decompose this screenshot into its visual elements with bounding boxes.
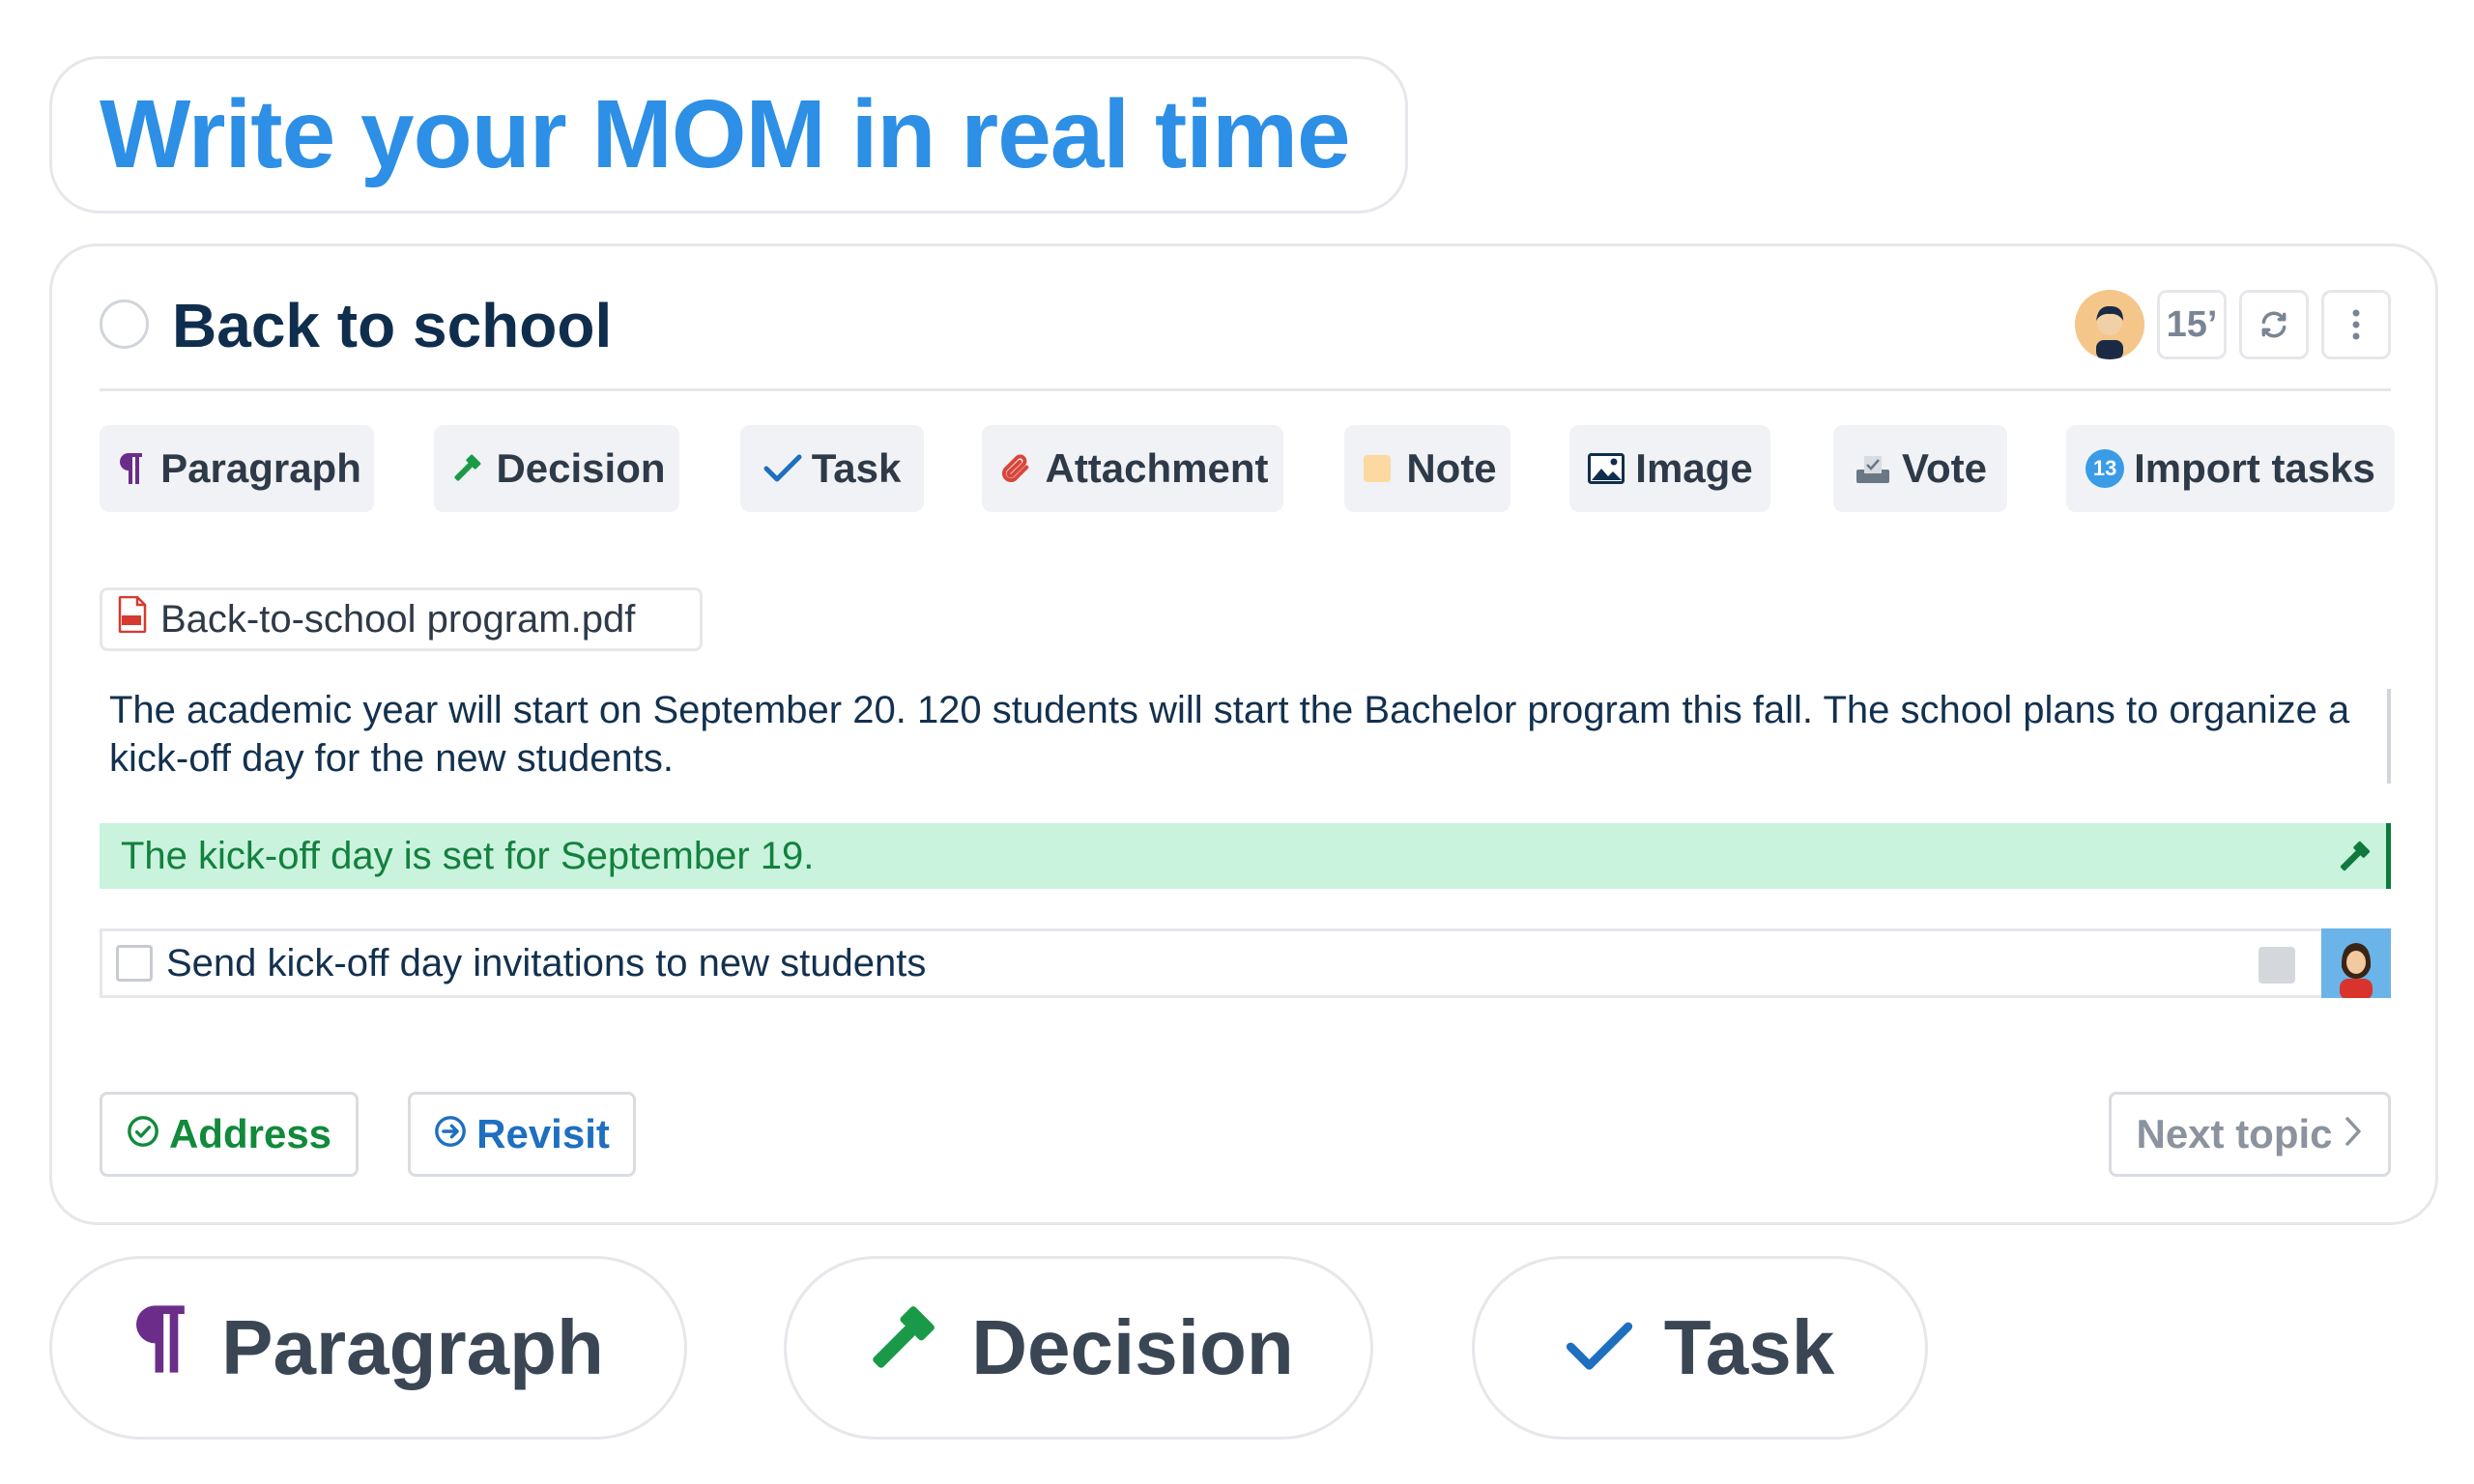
arrow-circle-icon	[434, 1111, 467, 1157]
feature-pill-task: Task	[1472, 1256, 1928, 1440]
insert-image-button[interactable]: Image	[1569, 425, 1770, 512]
more-menu-button[interactable]	[2321, 290, 2391, 359]
revisit-button[interactable]: Revisit	[408, 1092, 636, 1177]
attachment-filename: Back-to-school program.pdf	[160, 597, 636, 641]
insert-image-label: Image	[1635, 445, 1753, 491]
image-icon	[1587, 449, 1625, 488]
next-topic-button[interactable]: Next topic	[2109, 1092, 2391, 1177]
headline: Write your MOM in real time	[100, 80, 1351, 188]
task-row: Send kick-off day invitations to new stu…	[100, 928, 2391, 998]
attachment-chip[interactable]: Back-to-school program.pdf	[100, 587, 703, 651]
topic-card: Back to school 15’ Paragraph Decision Ta…	[49, 243, 2438, 1225]
headline-pill: Write your MOM in real time	[49, 56, 1408, 214]
ballot-box-icon	[1854, 449, 1892, 488]
check-circle-icon	[127, 1111, 159, 1157]
next-topic-label: Next topic	[2136, 1111, 2333, 1156]
paperclip-icon	[996, 449, 1035, 488]
pdf-file-icon	[118, 595, 147, 642]
gavel-icon	[2336, 839, 2373, 885]
topic-complete-checkbox[interactable]	[100, 300, 149, 349]
import-count-badge: 13	[2086, 449, 2125, 488]
decision-text: The kick-off day is set for September 19…	[121, 834, 815, 877]
address-label: Address	[168, 1111, 332, 1156]
insert-task-button[interactable]: Task	[740, 425, 924, 512]
decision-block[interactable]: The kick-off day is set for September 19…	[100, 823, 2391, 889]
feature-pill-decision: Decision	[784, 1256, 1373, 1440]
paragraph-indicator	[2387, 689, 2391, 784]
task-checkbox[interactable]	[116, 945, 153, 982]
insert-note-button[interactable]: Note	[1344, 425, 1510, 512]
refresh-button[interactable]	[2239, 290, 2309, 359]
owner-avatar[interactable]	[2075, 290, 2144, 359]
feature-pill-task-label: Task	[1663, 1304, 1835, 1390]
insert-paragraph-button[interactable]: Paragraph	[100, 425, 374, 512]
refresh-icon	[2261, 311, 2287, 338]
paragraph-block[interactable]: The academic year will start on Septembe…	[109, 686, 2400, 783]
insert-toolbar: Paragraph Decision Task Attachment Note	[100, 425, 2395, 512]
topic-title: Back to school	[172, 291, 613, 360]
insert-paragraph-label: Paragraph	[160, 445, 361, 491]
duration-badge[interactable]: 15’	[2157, 290, 2227, 359]
feature-pill-paragraph: Paragraph	[49, 1256, 687, 1440]
import-tasks-button[interactable]: 13 Import tasks	[2066, 425, 2395, 512]
note-icon	[1358, 449, 1396, 488]
insert-note-label: Note	[1406, 445, 1497, 491]
more-vertical-icon	[2352, 309, 2360, 340]
insert-attachment-button[interactable]: Attachment	[982, 425, 1283, 512]
insert-vote-button[interactable]: Vote	[1833, 425, 2007, 512]
checkmark-icon	[1566, 1303, 1633, 1392]
gavel-icon	[863, 1300, 940, 1396]
feature-pill-paragraph-label: Paragraph	[221, 1304, 604, 1390]
topic-header: Back to school 15’	[100, 246, 2391, 391]
feature-pill-decision-label: Decision	[971, 1304, 1294, 1390]
pilcrow-icon	[112, 449, 151, 488]
topic-tools: 15’	[2075, 290, 2391, 359]
import-tasks-label: Import tasks	[2134, 445, 2375, 491]
revisit-label: Revisit	[476, 1111, 610, 1156]
insert-vote-label: Vote	[1902, 445, 1987, 491]
task-assignee-avatar[interactable]	[2321, 928, 2391, 998]
insert-decision-button[interactable]: Decision	[434, 425, 679, 512]
chevron-right-icon	[2343, 1111, 2364, 1157]
insert-attachment-label: Attachment	[1045, 445, 1269, 491]
insert-task-label: Task	[811, 445, 902, 491]
gavel-icon	[447, 449, 486, 488]
checkmark-icon	[763, 449, 802, 488]
task-text[interactable]: Send kick-off day invitations to new stu…	[166, 942, 926, 985]
task-due-date-button[interactable]	[2258, 947, 2295, 984]
address-button[interactable]: Address	[100, 1092, 359, 1177]
insert-decision-label: Decision	[496, 445, 666, 491]
pilcrow-icon	[132, 1301, 190, 1395]
